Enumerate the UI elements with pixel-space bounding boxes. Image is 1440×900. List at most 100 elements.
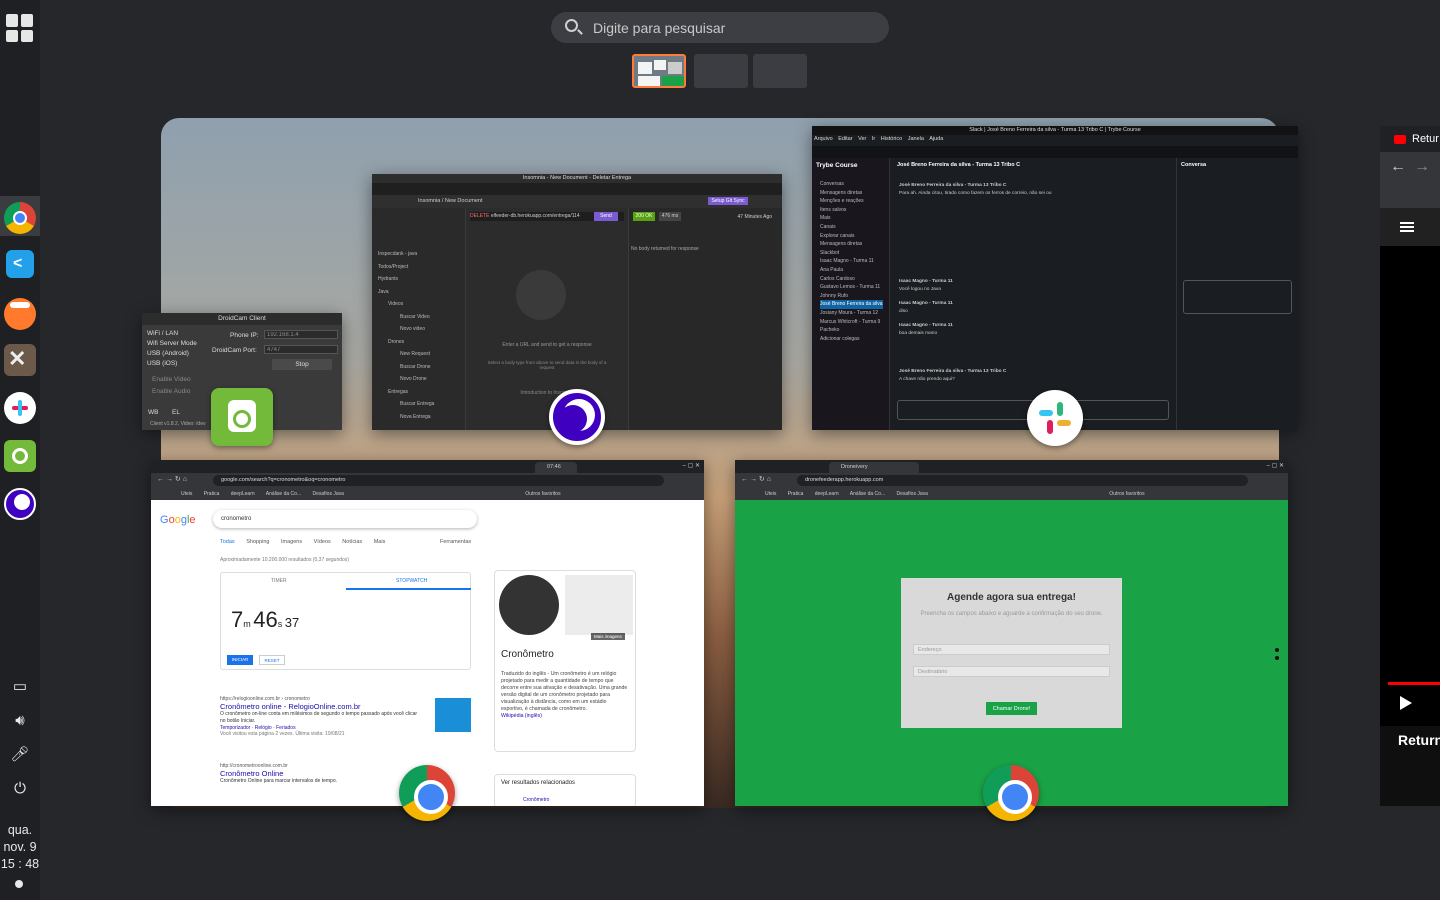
- nav-buttons[interactable]: ← → ↻ ⌂: [741, 475, 771, 483]
- tree-item[interactable]: Inspecdank - java: [378, 248, 434, 261]
- tree-item[interactable]: Hydrants: [378, 273, 434, 286]
- sidebar-item[interactable]: Mensagens diretas: [820, 189, 883, 198]
- back-icon[interactable]: ←: [1390, 158, 1406, 176]
- app-launcher-icon[interactable]: [6, 14, 34, 42]
- reset-button[interactable]: RESET: [259, 655, 285, 665]
- option-wifi-server[interactable]: Wifi Server Mode: [147, 340, 197, 347]
- sidebar-item[interactable]: Ana Paula: [820, 266, 883, 275]
- menu-item[interactable]: Janela: [908, 136, 924, 142]
- search-input[interactable]: [591, 12, 881, 43]
- menu-item[interactable]: Ver: [858, 136, 866, 142]
- send-button[interactable]: Send: [594, 212, 618, 221]
- video-progress[interactable]: [1388, 682, 1440, 685]
- menu-item[interactable]: Ir: [872, 136, 875, 142]
- stopwatch-tab[interactable]: STOPWATCH: [396, 578, 427, 584]
- slack-icon[interactable]: [4, 392, 36, 424]
- port-field[interactable]: [264, 345, 338, 354]
- filter-tab[interactable]: Imagens: [281, 539, 302, 545]
- tools-tab[interactable]: Ferramentas: [440, 539, 471, 545]
- droidcam-icon[interactable]: [4, 440, 36, 472]
- menu-item[interactable]: Histórico: [881, 136, 902, 142]
- option-wifi[interactable]: WiFi / LAN: [147, 330, 178, 337]
- bookmark[interactable]: Uteis: [765, 491, 776, 497]
- workspace-thumbnail-3[interactable]: [753, 54, 807, 88]
- sidebar-item-active[interactable]: José Breno Ferreira da silva: [820, 300, 883, 309]
- result-title-link[interactable]: Cronômetro Online: [220, 769, 283, 778]
- youtube-tab-title[interactable]: Retur: [1412, 133, 1439, 145]
- microphone-icon[interactable]: 🎤︎: [10, 745, 30, 765]
- kp-images[interactable]: [565, 575, 633, 635]
- notification-dot[interactable]: [15, 880, 23, 888]
- stop-button[interactable]: Stop: [272, 359, 332, 370]
- thread-composer[interactable]: [1183, 280, 1292, 314]
- stopwatch-image[interactable]: [499, 575, 559, 635]
- workspace-thumbnail-1[interactable]: [632, 54, 686, 88]
- window-controls[interactable]: – ▢ ✕: [683, 462, 700, 469]
- message-author[interactable]: Isaac Magno - Turma 11: [899, 279, 953, 284]
- timer-tab[interactable]: TIMER: [271, 578, 287, 584]
- tree-item[interactable]: New Request: [378, 348, 434, 361]
- firefox-icon[interactable]: [4, 298, 36, 330]
- bookmark[interactable]: Uteis: [181, 491, 192, 497]
- tab-active[interactable]: 07:46: [535, 462, 577, 473]
- menu-item[interactable]: Arquivo: [814, 136, 833, 142]
- channel-header[interactable]: José Breno Ferreira da silva - Turma 13 …: [897, 162, 1020, 168]
- filter-tab[interactable]: Shopping: [246, 539, 269, 545]
- call-drone-button[interactable]: Chamar Drone!: [986, 702, 1037, 715]
- request-url[interactable]: elfeeder-db.herokuapp.com/entrega/114: [491, 213, 580, 219]
- tree-item[interactable]: Buscar Drone: [378, 361, 434, 374]
- sidebar-item[interactable]: Carlos Cardoso: [820, 275, 883, 284]
- sidebar-item[interactable]: Canais: [820, 223, 883, 232]
- el-button[interactable]: EL: [172, 409, 180, 416]
- menu-icon[interactable]: [1400, 222, 1414, 224]
- youtube-window[interactable]: Retur ← → Return: [1380, 126, 1440, 806]
- sidebar-item[interactable]: Isaac Magno - Turma 11: [820, 257, 883, 266]
- sidebar-item[interactable]: Conversas: [820, 180, 883, 189]
- sidebar-item[interactable]: Slackbot: [820, 249, 883, 258]
- message-author[interactable]: José Breno Ferreira da silva - Turma 13 …: [899, 183, 1006, 188]
- start-button[interactable]: INICIAR: [227, 655, 253, 665]
- video-player[interactable]: [1380, 246, 1440, 726]
- option-usb-android[interactable]: USB (Android): [147, 350, 189, 357]
- address-bar[interactable]: google.com/search?q=cronometro&oq=cronom…: [213, 475, 664, 486]
- address-bar[interactable]: dronefeederapp.herokuapp.com: [797, 475, 1248, 486]
- phone-ip-field[interactable]: [264, 330, 338, 339]
- bookmark[interactable]: Outros favoritos: [1109, 491, 1144, 497]
- sidebar-item[interactable]: Menções e reações: [820, 197, 883, 206]
- bookmark[interactable]: Pratica: [788, 491, 804, 497]
- play-icon[interactable]: [1400, 696, 1412, 710]
- address-input[interactable]: Endereço: [913, 644, 1110, 655]
- chrome-droneivery-window[interactable]: Droneivery – ▢ ✕ ← → ↻ ⌂ dronefeederapp.…: [735, 460, 1288, 806]
- message-author[interactable]: José Breno Ferreira da silva - Turma 13 …: [899, 369, 1006, 374]
- result-thumbnail[interactable]: [435, 698, 471, 732]
- bookmark[interactable]: deepLearn: [231, 491, 255, 497]
- tree-item[interactable]: Videos: [378, 298, 434, 311]
- message-author[interactable]: Isaac Magno - Turma 11: [899, 301, 953, 306]
- sidebar-item[interactable]: Adicionar colegas: [820, 335, 883, 344]
- slack-window[interactable]: Slack | José Breno Ferreira da silva - T…: [812, 126, 1298, 430]
- message-author[interactable]: Isaac Magno - Turma 11: [899, 323, 953, 328]
- clock[interactable]: qua. nov. 9 15 : 48: [0, 822, 40, 873]
- filter-tab[interactable]: Vídeos: [314, 539, 331, 545]
- power-icon[interactable]: ⏻: [10, 779, 30, 799]
- bookmark[interactable]: Desafios Java: [313, 491, 344, 497]
- bookmark[interactable]: Análise da Co...: [266, 491, 301, 497]
- window-controls[interactable]: – ▢ ✕: [1267, 462, 1284, 469]
- xdman-icon[interactable]: ✕: [4, 344, 36, 376]
- bookmark[interactable]: Desafios Java: [897, 491, 928, 497]
- nav-buttons[interactable]: ← → ↻ ⌂: [157, 475, 187, 483]
- more-images-link[interactable]: Mais imagens: [591, 633, 625, 640]
- screen-icon[interactable]: ▭: [10, 677, 30, 697]
- tree-item[interactable]: Java: [378, 286, 434, 299]
- filter-tab[interactable]: Notícias: [342, 539, 362, 545]
- overview-search[interactable]: [551, 12, 889, 43]
- sidebar-item[interactable]: Marcus Whitcroft - Turma 9: [820, 318, 883, 327]
- bookmark[interactable]: Pratica: [204, 491, 220, 497]
- sidebar-item[interactable]: Gustavo Lemos - Turma 11: [820, 283, 883, 292]
- intro-link[interactable]: Introduction to Insomnia: [466, 390, 628, 396]
- tree-item[interactable]: Drones: [378, 336, 434, 349]
- filter-tab[interactable]: Mais: [374, 539, 386, 545]
- sidebar-item[interactable]: Josiany Moura - Turma 12: [820, 309, 883, 318]
- sidebar-item[interactable]: Explorar canais: [820, 232, 883, 241]
- google-search-input[interactable]: cronometro: [213, 510, 477, 528]
